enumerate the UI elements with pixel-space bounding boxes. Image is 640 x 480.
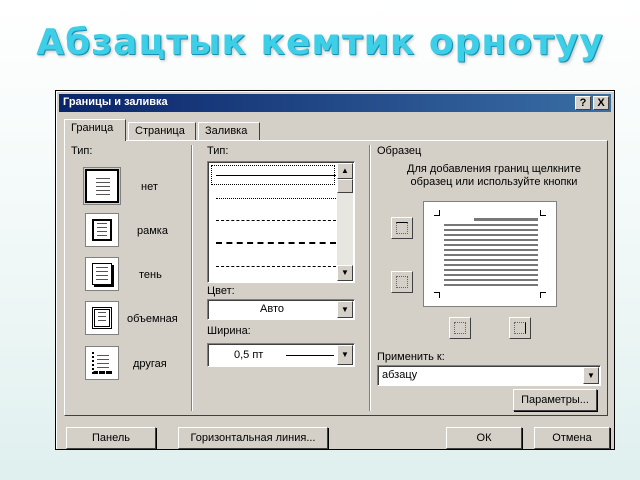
- chevron-down-icon[interactable]: ▼: [583, 367, 599, 384]
- help-button[interactable]: ?: [575, 96, 591, 110]
- horizontal-line-button[interactable]: Горизонтальная линия...: [178, 427, 328, 449]
- preset-box[interactable]: [85, 213, 119, 247]
- color-label: Цвет:: [207, 285, 235, 297]
- left-border-button[interactable]: [449, 317, 471, 339]
- preset-shadow[interactable]: [85, 257, 119, 291]
- preset-3d-label: объемная: [127, 313, 178, 325]
- preset-shadow-label: тень: [139, 269, 162, 281]
- preview-area[interactable]: [423, 201, 557, 307]
- no-border-icon: [93, 176, 113, 198]
- close-button[interactable]: X: [593, 96, 609, 110]
- dialog-titlebar: Границы и заливка ? X: [59, 94, 611, 112]
- tab-shading[interactable]: Заливка: [198, 122, 260, 140]
- tab-border[interactable]: Граница: [64, 119, 126, 141]
- left-border-icon: [454, 322, 466, 334]
- options-button[interactable]: Параметры...: [513, 389, 597, 411]
- style-dashed-small[interactable]: [216, 220, 336, 221]
- tab-page-label: Страница: [135, 125, 185, 137]
- cancel-button[interactable]: Отмена: [534, 427, 610, 449]
- inside-horizontal-button[interactable]: [391, 271, 413, 293]
- color-value: Авто: [260, 303, 284, 315]
- corner-mark: [434, 292, 440, 298]
- setting-label: Тип:: [71, 145, 93, 157]
- border-tab-panel: Тип: нет рамка тень объемная другая Тип:…: [64, 140, 608, 416]
- divider: [369, 145, 371, 411]
- line-style-list[interactable]: ▲ ▼: [207, 161, 355, 283]
- top-border-icon: [396, 222, 408, 234]
- slide-title: Абзацтык кемтик орнотуу: [36, 22, 604, 63]
- chevron-down-icon[interactable]: ▼: [337, 301, 353, 318]
- apply-to-value: абзацу: [382, 369, 418, 381]
- toolbar-button[interactable]: Панель: [66, 427, 156, 449]
- style-scrollbar[interactable]: ▲ ▼: [337, 163, 353, 281]
- 3d-border-icon: [92, 307, 112, 329]
- apply-to-select[interactable]: абзацу ▼: [377, 365, 601, 386]
- right-border-icon: [514, 322, 526, 334]
- apply-to-label: Применить к:: [377, 351, 445, 363]
- scroll-up-icon[interactable]: ▲: [337, 163, 353, 179]
- tab-page[interactable]: Страница: [128, 122, 196, 140]
- width-select[interactable]: 0,5 пт ▼: [207, 343, 355, 367]
- ok-button[interactable]: ОК: [446, 427, 522, 449]
- style-solid[interactable]: [216, 175, 336, 176]
- scroll-down-icon[interactable]: ▼: [337, 265, 353, 281]
- width-sample-line: [286, 355, 334, 356]
- width-value: 0,5 пт: [234, 349, 264, 361]
- style-label: Тип:: [207, 145, 229, 157]
- box-border-icon: [92, 219, 112, 241]
- style-dashed[interactable]: [216, 242, 336, 244]
- preset-custom-label: другая: [133, 358, 167, 370]
- borders-and-shading-dialog: Границы и заливка ? X Граница Страница З…: [55, 90, 615, 450]
- color-select[interactable]: Авто ▼: [207, 299, 355, 320]
- corner-mark: [434, 210, 440, 216]
- right-border-button[interactable]: [509, 317, 531, 339]
- tab-border-label: Граница: [71, 122, 114, 134]
- preset-none[interactable]: [83, 167, 121, 205]
- preset-custom[interactable]: [85, 346, 119, 380]
- tab-shading-label: Заливка: [205, 125, 248, 137]
- divider: [191, 145, 193, 411]
- dialog-title: Границы и заливка: [63, 96, 168, 108]
- custom-border-icon: [92, 352, 112, 374]
- preview-text-line: [474, 218, 538, 221]
- style-dotted[interactable]: [216, 198, 336, 199]
- shadow-border-icon: [92, 263, 112, 285]
- corner-mark: [540, 292, 546, 298]
- inside-horizontal-icon: [396, 276, 408, 288]
- chevron-down-icon[interactable]: ▼: [337, 345, 353, 365]
- preset-3d[interactable]: [85, 301, 119, 335]
- preview-label: Образец: [377, 145, 422, 157]
- preset-box-label: рамка: [137, 225, 168, 237]
- scroll-thumb[interactable]: [337, 179, 353, 193]
- preview-text-block: [444, 224, 538, 286]
- preset-none-label: нет: [141, 181, 158, 193]
- width-label: Ширина:: [207, 325, 251, 337]
- top-border-button[interactable]: [391, 217, 413, 239]
- style-dash-dot[interactable]: [216, 266, 336, 267]
- corner-mark: [540, 210, 546, 216]
- preview-hint: Для добавления границ щелкните образец и…: [407, 163, 581, 188]
